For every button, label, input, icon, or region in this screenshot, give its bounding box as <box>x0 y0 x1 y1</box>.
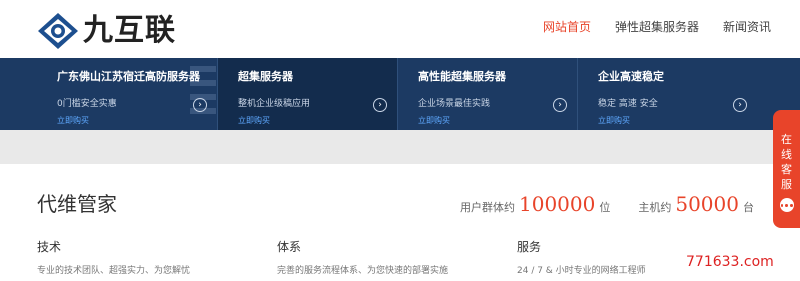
nav-item-home[interactable]: 网站首页 <box>543 18 591 35</box>
feature-desc: 完善的服务流程体系、为您快速的部署实施 <box>277 266 449 276</box>
feature-desc: 专业的技术团队、超强实力、为您解忧 <box>37 266 191 276</box>
watermark: 771633.com <box>686 254 774 270</box>
stat-label: 主机约 <box>638 201 672 214</box>
chat-icon <box>779 198 794 212</box>
feature-title: 技术 <box>37 240 62 254</box>
logo-mark-icon <box>38 13 78 49</box>
product-panel[interactable]: 企业高速稳定 稳定 高速 安全 立即购买 › <box>577 58 757 130</box>
buy-now-link[interactable]: 立即购买 <box>238 115 397 126</box>
online-service-tab[interactable]: 在线客服 <box>773 110 800 228</box>
online-service-label: 在线客服 <box>781 133 792 191</box>
stat-value: 50000 <box>675 192 739 216</box>
panel-title: 高性能超集服务器 <box>418 70 506 83</box>
feature-item: 体系 完善的服务流程体系、为您快速的部署实施 <box>277 238 517 276</box>
chevron-right-icon[interactable]: › <box>733 98 747 112</box>
panel-title: 超集服务器 <box>238 70 293 83</box>
divider-strip <box>0 130 800 164</box>
stat-label: 用户群体约 <box>460 201 515 214</box>
product-panel[interactable]: 高性能超集服务器 企业场景最佳实践 立即购买 › <box>397 58 577 130</box>
panel-title: 企业高速稳定 <box>598 70 664 83</box>
stat-unit: 位 <box>599 201 611 214</box>
buy-now-link[interactable]: 立即购买 <box>57 115 217 126</box>
chevron-right-icon[interactable]: › <box>193 98 207 112</box>
product-panel[interactable]: 超集服务器 整机企业级稿应用 立即购买 › <box>217 58 397 130</box>
stat-unit: 台 <box>742 201 754 214</box>
main-nav: 网站首页 弹性超集服务器 新闻资讯 <box>543 18 795 35</box>
stat-value: 100000 <box>519 192 596 216</box>
product-banner: 广东佛山江苏宿迁高防服务器 0门槛安全实惠 立即购买 › 超集服务器 整机企业级… <box>0 58 800 130</box>
banner-panels: 广东佛山江苏宿迁高防服务器 0门槛安全实惠 立即购买 › 超集服务器 整机企业级… <box>37 58 757 130</box>
chevron-right-icon[interactable]: › <box>373 98 387 112</box>
nav-item-elastic-servers[interactable]: 弹性超集服务器 <box>615 18 699 35</box>
site-header: 九互联 网站首页 弹性超集服务器 新闻资讯 <box>0 0 800 58</box>
panel-title: 广东佛山江苏宿迁高防服务器 <box>57 70 200 83</box>
stats-row: 用户群体约 100000 位 主机约 50000 台 <box>460 192 782 216</box>
feature-title: 体系 <box>277 240 302 254</box>
chevron-right-icon[interactable]: › <box>553 98 567 112</box>
feature-title: 服务 <box>517 240 542 254</box>
product-panel[interactable]: 广东佛山江苏宿迁高防服务器 0门槛安全实惠 立即购买 › <box>37 58 217 130</box>
logo-text: 九互联 <box>83 13 176 48</box>
section-title: 代维管家 <box>37 192 117 216</box>
feature-item: 技术 专业的技术团队、超强实力、为您解忧 <box>37 238 277 276</box>
site-logo[interactable]: 九互联 <box>37 12 176 50</box>
buy-now-link[interactable]: 立即购买 <box>418 115 577 126</box>
buy-now-link[interactable]: 立即购买 <box>598 115 757 126</box>
nav-item-news[interactable]: 新闻资讯 <box>723 18 771 35</box>
features-row: 技术 专业的技术团队、超强实力、为您解忧 体系 完善的服务流程体系、为您快速的部… <box>37 238 757 276</box>
